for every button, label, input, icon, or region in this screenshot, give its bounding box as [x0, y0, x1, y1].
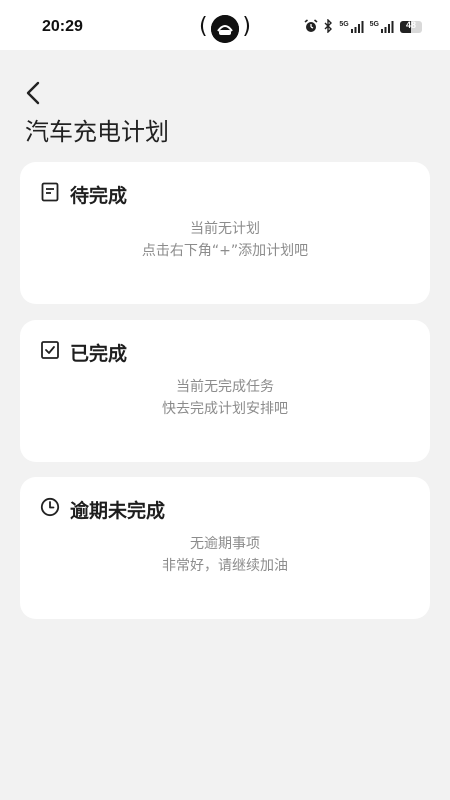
chevron-left-icon: [25, 81, 41, 109]
checkbox-icon: [40, 340, 60, 364]
clock-icon: [40, 497, 60, 521]
empty-state-line-2: 非常好，请继续加油: [162, 558, 288, 574]
section-title: 待完成: [70, 184, 128, 207]
empty-state-message: 当前无计划 点击右下角“+”添加计划吧: [20, 218, 430, 262]
empty-state-line-1: 当前无计划: [190, 221, 260, 237]
section-header: 逾期未完成: [40, 496, 165, 522]
empty-state-line-1: 当前无完成任务: [176, 379, 274, 395]
car-app-icon: [211, 15, 239, 43]
island-left-bracket: (: [199, 14, 208, 39]
status-icons: 5G 5G 48: [304, 17, 422, 37]
section-title: 逾期未完成: [70, 499, 166, 522]
battery-level: 48: [405, 21, 416, 30]
document-icon: [40, 182, 60, 206]
pending-section-card: 待完成 当前无计划 点击右下角“+”添加计划吧: [20, 162, 430, 304]
cellular-signal-icon: 5G: [339, 21, 364, 33]
empty-state-line-2: 点击右下角“+”添加计划吧: [141, 243, 309, 259]
network-type-label-2: 5G: [369, 21, 379, 28]
cellular-signal-icon-2: 5G: [370, 21, 394, 33]
bluetooth-icon: [324, 17, 333, 37]
empty-state-line-2: 快去完成计划安排吧: [162, 401, 288, 417]
alarm-icon: [304, 18, 318, 37]
battery-icon: 48: [400, 21, 422, 33]
dynamic-island[interactable]: ( ): [199, 13, 251, 45]
status-time: 20:29: [42, 18, 83, 35]
page-title: 汽车充电计划: [25, 118, 169, 146]
section-header: 待完成: [40, 181, 127, 207]
section-title: 已完成: [70, 342, 128, 365]
status-bar: 20:29 ( ) 5G 5G 48: [0, 0, 450, 50]
empty-state-message: 当前无完成任务 快去完成计划安排吧: [20, 376, 430, 420]
empty-state-line-1: 无逾期事项: [190, 536, 260, 552]
completed-section-card: 已完成 当前无完成任务 快去完成计划安排吧: [20, 320, 430, 462]
section-header: 已完成: [40, 339, 127, 365]
island-right-bracket: ): [242, 14, 251, 39]
back-button[interactable]: [20, 80, 46, 110]
overdue-section-card: 逾期未完成 无逾期事项 非常好，请继续加油: [20, 477, 430, 619]
empty-state-message: 无逾期事项 非常好，请继续加油: [20, 533, 430, 577]
network-type-label: 5G: [339, 21, 349, 28]
